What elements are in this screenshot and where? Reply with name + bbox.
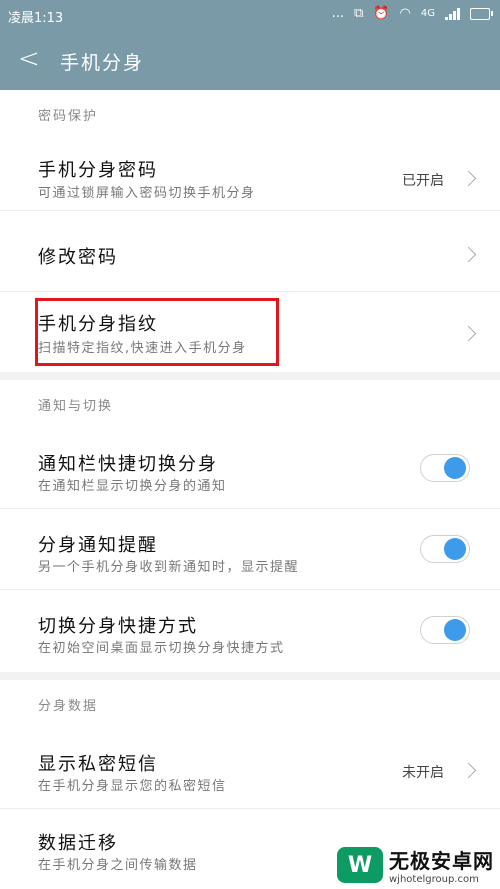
page-title: 手机分身	[60, 52, 145, 74]
status-value: 未开启	[402, 765, 444, 781]
row-subtitle: 在手机分身显示您的私密短信	[38, 779, 227, 794]
row-title: 通知栏快捷切换分身	[38, 454, 218, 475]
status-icons: ... ⧉ ⏰ ◠ 4G	[331, 6, 493, 21]
section-divider	[0, 672, 500, 680]
section-label: 分身数据	[38, 699, 99, 714]
row-private-sms[interactable]: 显示私密短信 在手机分身显示您的私密短信 未开启	[0, 728, 500, 809]
signal-icon	[445, 7, 460, 20]
row-title: 切换分身快捷方式	[38, 616, 198, 637]
chevron-right-icon	[460, 170, 477, 187]
chevron-right-icon	[460, 325, 477, 342]
row-title: 手机分身密码	[38, 160, 158, 181]
section-label: 通知与切换	[38, 399, 114, 414]
network-type: 4G	[420, 8, 435, 19]
watermark-text: 无极安卓网 wjhotelgroup.com	[389, 845, 494, 885]
alarm-icon: ⏰	[373, 6, 390, 21]
toggle-knob	[444, 538, 466, 560]
row-change-password[interactable]: 修改密码	[0, 211, 500, 292]
watermark-logo-icon: W	[337, 847, 383, 883]
watermark-url: wjhotelgroup.com	[389, 874, 479, 885]
row-clone-password[interactable]: 手机分身密码 可通过锁屏输入密码切换手机分身 已开启	[0, 130, 500, 211]
notify-remind-toggle[interactable]	[420, 535, 470, 563]
row-title: 显示私密短信	[38, 754, 158, 775]
status-bar: 凌晨1:13 ... ⧉ ⏰ ◠ 4G	[0, 0, 500, 30]
row-title: 修改密码	[38, 247, 118, 268]
row-subtitle: 另一个手机分身收到新通知时，显示提醒	[38, 560, 300, 575]
app-bar: < 手机分身	[0, 30, 500, 90]
toggle-knob	[444, 457, 466, 479]
row-subtitle: 可通过锁屏输入密码切换手机分身	[38, 186, 256, 201]
section-header-password: 密码保护	[0, 90, 500, 130]
row-subtitle: 在手机分身之间传输数据	[38, 858, 198, 873]
chevron-right-icon	[460, 246, 477, 263]
dual-window-icon: ⧉	[354, 6, 364, 21]
battery-icon	[470, 7, 493, 20]
watermark-name: 无极安卓网	[389, 849, 494, 873]
row-title: 分身通知提醒	[38, 535, 158, 556]
section-header-data: 分身数据	[0, 680, 500, 720]
row-notify-switch[interactable]: 通知栏快捷切换分身 在通知栏显示切换分身的通知	[0, 428, 500, 509]
highlight-box	[35, 298, 279, 366]
chevron-right-icon	[460, 762, 477, 779]
notify-switch-toggle[interactable]	[420, 454, 470, 482]
row-title: 数据迁移	[38, 833, 118, 854]
section-label: 密码保护	[38, 109, 99, 124]
status-time: 凌晨1:13	[8, 11, 64, 26]
back-arrow-icon[interactable]: <	[18, 44, 40, 74]
row-notify-remind[interactable]: 分身通知提醒 另一个手机分身收到新通知时，显示提醒	[0, 509, 500, 590]
row-subtitle: 在初始空间桌面显示切换分身快捷方式	[38, 641, 285, 656]
status-value: 已开启	[402, 173, 444, 189]
wifi-icon: ◠	[399, 6, 411, 21]
row-subtitle: 在通知栏显示切换分身的通知	[38, 479, 227, 494]
toggle-knob	[444, 619, 466, 641]
section-divider	[0, 372, 500, 380]
row-shortcut[interactable]: 切换分身快捷方式 在初始空间桌面显示切换分身快捷方式	[0, 590, 500, 670]
watermark: W 无极安卓网 wjhotelgroup.com	[337, 845, 494, 885]
shortcut-toggle[interactable]	[420, 616, 470, 644]
section-header-notify: 通知与切换	[0, 380, 500, 420]
more-dots-icon: ...	[331, 6, 345, 21]
